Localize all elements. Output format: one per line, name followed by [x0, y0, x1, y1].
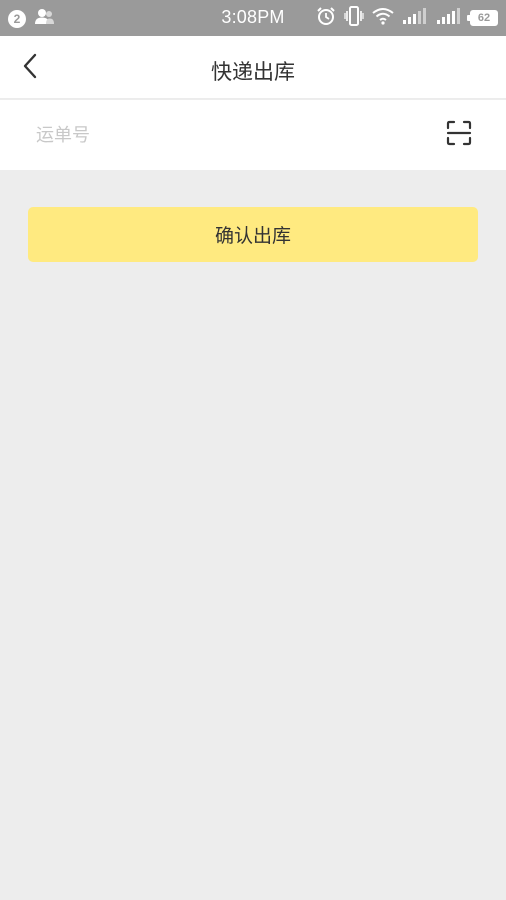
signal-icon [402, 7, 428, 29]
waybill-number-input[interactable] [36, 118, 416, 152]
status-bar: 2 3:08PM 62 [0, 0, 506, 36]
status-bar-right: 62 [316, 5, 498, 31]
alarm-icon [316, 6, 336, 30]
vibrate-icon [344, 5, 364, 31]
signal-icon [436, 7, 462, 29]
scan-icon [446, 120, 472, 150]
wifi-icon [372, 7, 394, 29]
nav-bar: 快递出库 [0, 36, 506, 99]
page-title: 快递出库 [211, 60, 295, 84]
scan-button[interactable] [443, 120, 475, 150]
battery-icon: 62 [467, 10, 498, 26]
confirm-outbound-button[interactable]: 确认出库 [28, 207, 478, 262]
waybill-input-row [0, 100, 506, 170]
